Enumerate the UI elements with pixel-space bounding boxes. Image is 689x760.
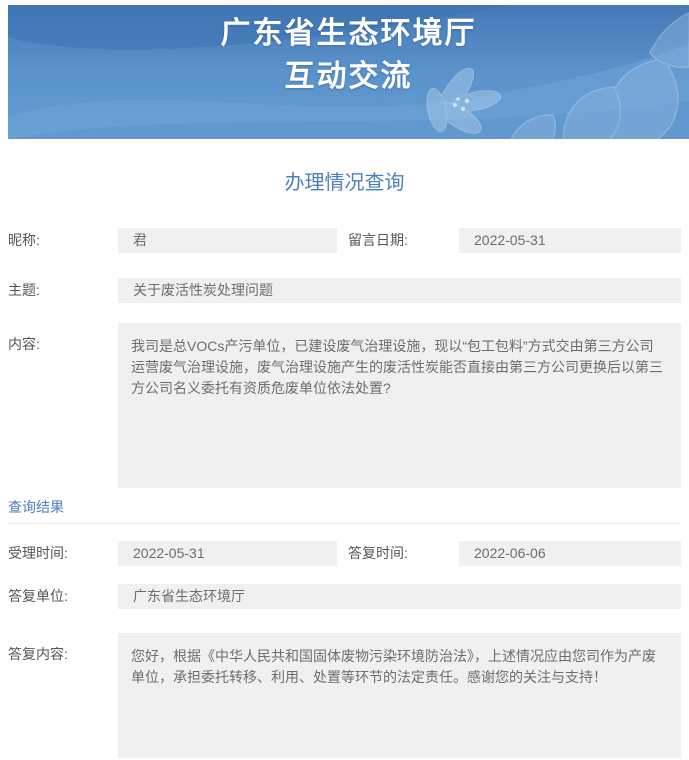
- content-label: 内容:: [8, 323, 118, 354]
- message-date-field[interactable]: 2022-05-31: [459, 228, 681, 253]
- result-section-title: 查询结果: [8, 498, 681, 516]
- reply-time-field[interactable]: 2022-06-06: [459, 541, 681, 566]
- nickname-field[interactable]: 君: [118, 228, 337, 253]
- reply-unit-label: 答复单位:: [8, 584, 118, 609]
- banner-subtitle: 互动交流: [8, 55, 689, 98]
- subject-label: 主题:: [8, 278, 118, 303]
- form-row-times: 受理时间: 2022-05-31 答复时间: 2022-06-06: [8, 541, 681, 566]
- accept-time-label: 受理时间:: [8, 541, 118, 566]
- nickname-label: 昵称:: [8, 228, 118, 253]
- org-title: 广东省生态环境厅: [8, 12, 689, 55]
- page-title: 办理情况查询: [0, 172, 689, 194]
- query-form: 昵称: 君 留言日期: 2022-05-31 主题: 关于废活性炭处理问题 内容…: [8, 228, 681, 758]
- reply-content-textarea[interactable]: 您好，根据《中华人民共和国固体废物污染环境防治法》，上述情况应由您司作为产废单位…: [118, 633, 681, 758]
- accept-time-field[interactable]: 2022-05-31: [118, 541, 337, 566]
- form-row-content: 内容: 我司是总VOCs产污单位，已建设废气治理设施，现以“包工包料”方式交由第…: [8, 323, 681, 488]
- subject-field[interactable]: 关于废活性炭处理问题: [118, 278, 681, 303]
- reply-unit-field[interactable]: 广东省生态环境厅: [118, 584, 681, 609]
- form-row-reply-unit: 答复单位: 广东省生态环境厅: [8, 584, 681, 609]
- content-textarea[interactable]: 我司是总VOCs产污单位，已建设废气治理设施，现以“包工包料”方式交由第三方公司…: [118, 323, 681, 488]
- reply-time-label: 答复时间:: [337, 541, 459, 566]
- message-date-label: 留言日期:: [337, 228, 459, 253]
- form-row-reply-content: 答复内容: 您好，根据《中华人民共和国固体废物污染环境防治法》，上述情况应由您司…: [8, 633, 681, 758]
- form-row-nickname-date: 昵称: 君 留言日期: 2022-05-31: [8, 228, 681, 253]
- form-row-subject: 主题: 关于废活性炭处理问题: [8, 278, 681, 303]
- banner-title-block: 广东省生态环境厅 互动交流: [8, 12, 689, 98]
- reply-content-label: 答复内容:: [8, 633, 118, 664]
- header-banner: 广东省生态环境厅 互动交流: [8, 5, 689, 139]
- section-divider: [8, 523, 681, 524]
